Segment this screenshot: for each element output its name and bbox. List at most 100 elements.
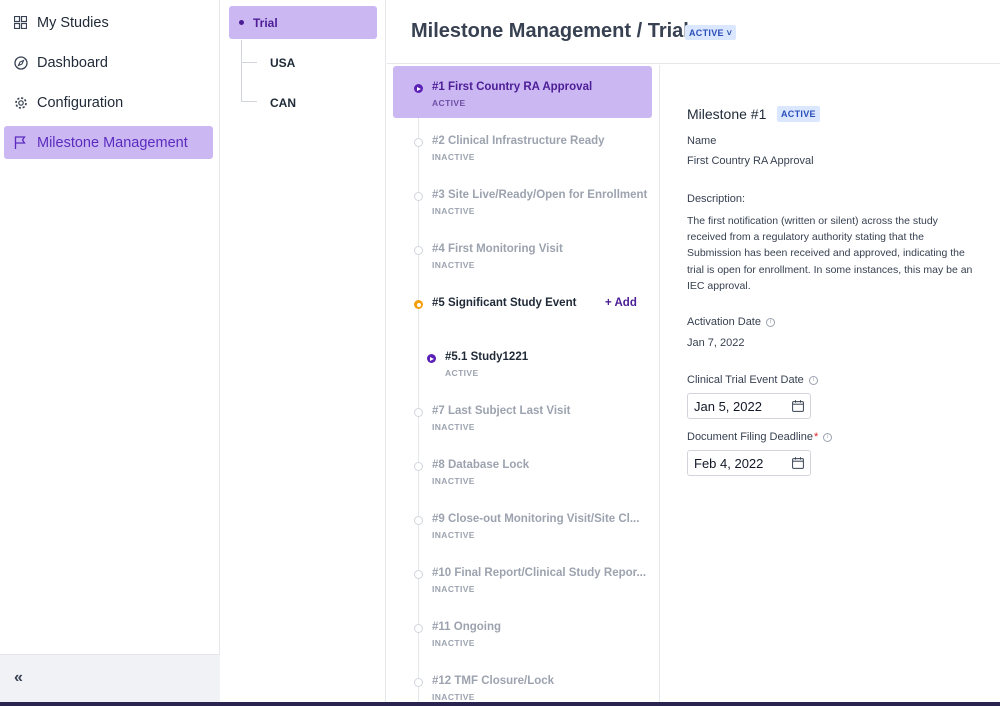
milestone-list: #1 First Country RA Approval ACTIVE #2 C… — [387, 65, 660, 706]
name-label: Name — [687, 135, 717, 147]
tree-node-trial[interactable]: Trial — [229, 6, 377, 39]
milestone-title: #2 Clinical Infrastructure Ready — [432, 135, 605, 147]
tree-connector — [241, 62, 257, 63]
inactive-dot-icon — [414, 516, 423, 525]
milestone-item-11[interactable]: #11 Ongoing INACTIVE — [393, 606, 652, 658]
milestone-title: #8 Database Lock — [432, 459, 530, 471]
milestone-status: INACTIVE — [432, 584, 475, 594]
milestone-status: INACTIVE — [432, 260, 475, 270]
inactive-dot-icon — [414, 408, 423, 417]
milestone-item-1[interactable]: #1 First Country RA Approval ACTIVE — [393, 66, 652, 118]
inactive-dot-icon — [414, 570, 423, 579]
window-bottom-edge — [0, 702, 1000, 706]
milestone-title: #1 First Country RA Approval — [432, 81, 593, 93]
filing-deadline-label: Document Filing Deadline * i — [687, 431, 833, 443]
page-title: Milestone Management / Trial — [411, 20, 689, 42]
compass-icon — [13, 55, 28, 70]
milestone-item-9[interactable]: #9 Close-out Monitoring Visit/Site Cl...… — [393, 498, 652, 550]
active-play-icon — [414, 84, 423, 93]
milestone-status: INACTIVE — [432, 152, 475, 162]
inactive-dot-icon — [414, 462, 423, 471]
event-date-label: Clinical Trial Event Date i — [687, 374, 818, 386]
milestone-title: #5 Significant Study Event — [432, 297, 577, 309]
milestone-item-3[interactable]: #3 Site Live/Ready/Open for Enrollment I… — [393, 174, 652, 226]
description-value: The first notification (written or silen… — [687, 215, 973, 292]
name-value: First Country RA Approval — [687, 155, 814, 167]
milestone-item-5-1[interactable]: #5.1 Study1221 ACTIVE — [393, 336, 652, 388]
milestone-item-4[interactable]: #4 First Monitoring Visit INACTIVE — [393, 228, 652, 280]
nav-label: Dashboard — [37, 54, 108, 71]
info-icon[interactable]: i — [823, 432, 833, 442]
nav-label: My Studies — [37, 14, 109, 31]
active-play-icon — [427, 354, 436, 363]
event-date-label-text: Clinical Trial Event Date — [687, 374, 804, 386]
detail-title: Milestone #1 — [687, 106, 767, 122]
calendar-icon[interactable] — [792, 400, 804, 412]
gear-icon — [13, 95, 28, 110]
milestone-title: #9 Close-out Monitoring Visit/Site Cl... — [432, 513, 640, 525]
milestone-title: #12 TMF Closure/Lock — [432, 675, 555, 687]
milestone-item-5[interactable]: #5 Significant Study Event + Add — [393, 282, 652, 334]
milestone-status: INACTIVE — [432, 206, 475, 216]
nav-footer: « — [0, 654, 220, 706]
tree-connector — [241, 40, 242, 102]
filing-deadline-label-text: Document Filing Deadline — [687, 431, 813, 443]
inactive-dot-icon — [414, 192, 423, 201]
milestone-item-7[interactable]: #7 Last Subject Last Visit INACTIVE — [393, 390, 652, 442]
bullet-icon — [239, 20, 244, 25]
filing-deadline-value: Feb 4, 2022 — [694, 455, 764, 471]
tree-node-label: Trial — [253, 15, 278, 30]
nav-item-configuration[interactable]: Configuration — [4, 86, 213, 119]
study-tree: Trial USA CAN — [221, 0, 386, 706]
event-dot-icon — [414, 300, 423, 309]
inactive-dot-icon — [414, 624, 423, 633]
milestone-title: #11 Ongoing — [432, 621, 502, 633]
milestone-detail: Milestone #1 ACTIVE Name First Country R… — [661, 65, 1000, 706]
status-badge: ACTIVE — [777, 106, 820, 122]
milestone-status: INACTIVE — [432, 638, 475, 648]
activation-date-label-text: Activation Date — [687, 316, 761, 328]
milestone-title: #10 Final Report/Clinical Study Repor... — [432, 567, 647, 579]
nav-label: Configuration — [37, 94, 124, 111]
milestone-status: INACTIVE — [432, 692, 475, 702]
event-date-value: Jan 5, 2022 — [694, 398, 762, 414]
milestone-title: #5.1 Study1221 — [445, 351, 529, 363]
filing-deadline-input[interactable]: Feb 4, 2022 — [687, 450, 811, 476]
info-icon[interactable]: i — [808, 375, 818, 385]
nav-item-my-studies[interactable]: My Studies — [4, 6, 213, 39]
milestone-title: #3 Site Live/Ready/Open for Enrollment — [432, 189, 648, 201]
description-label: Description: — [687, 193, 746, 205]
milestone-title: #7 Last Subject Last Visit — [432, 405, 571, 417]
page-header: Milestone Management / Trial ACTIVE ˅ — [387, 0, 1000, 64]
collapse-sidebar-button[interactable]: « — [14, 669, 23, 687]
flag-icon — [13, 135, 28, 150]
milestone-status: ACTIVE — [445, 368, 479, 378]
milestone-status: ACTIVE — [432, 98, 466, 108]
tree-node-can[interactable]: CAN — [270, 96, 296, 110]
nav-item-milestone-management[interactable]: Milestone Management — [4, 126, 213, 159]
milestone-item-10[interactable]: #10 Final Report/Clinical Study Repor...… — [393, 552, 652, 604]
add-event-button[interactable]: + Add — [605, 297, 637, 309]
inactive-dot-icon — [414, 678, 423, 687]
tree-node-usa[interactable]: USA — [270, 56, 295, 70]
milestone-status: INACTIVE — [432, 530, 475, 540]
activation-date-label: Activation Date i — [687, 316, 775, 328]
inactive-dot-icon — [414, 246, 423, 255]
required-marker: * — [813, 431, 819, 443]
milestone-item-12[interactable]: #12 TMF Closure/Lock INACTIVE — [393, 660, 652, 706]
calendar-icon[interactable] — [792, 457, 804, 469]
milestone-item-2[interactable]: #2 Clinical Infrastructure Ready INACTIV… — [393, 120, 652, 172]
nav-label: Milestone Management — [37, 134, 188, 151]
activation-date-value: Jan 7, 2022 — [687, 337, 745, 349]
grid-icon — [13, 15, 28, 30]
nav-item-dashboard[interactable]: Dashboard — [4, 46, 213, 79]
info-icon[interactable]: i — [765, 317, 775, 327]
status-dropdown[interactable]: ACTIVE ˅ — [685, 25, 737, 40]
left-nav: My Studies Dashboard Configuration Miles… — [0, 0, 220, 706]
event-date-input[interactable]: Jan 5, 2022 — [687, 393, 811, 419]
milestone-item-8[interactable]: #8 Database Lock INACTIVE — [393, 444, 652, 496]
milestone-status: INACTIVE — [432, 422, 475, 432]
tree-connector — [241, 101, 257, 102]
milestone-title: #4 First Monitoring Visit — [432, 243, 563, 255]
inactive-dot-icon — [414, 138, 423, 147]
